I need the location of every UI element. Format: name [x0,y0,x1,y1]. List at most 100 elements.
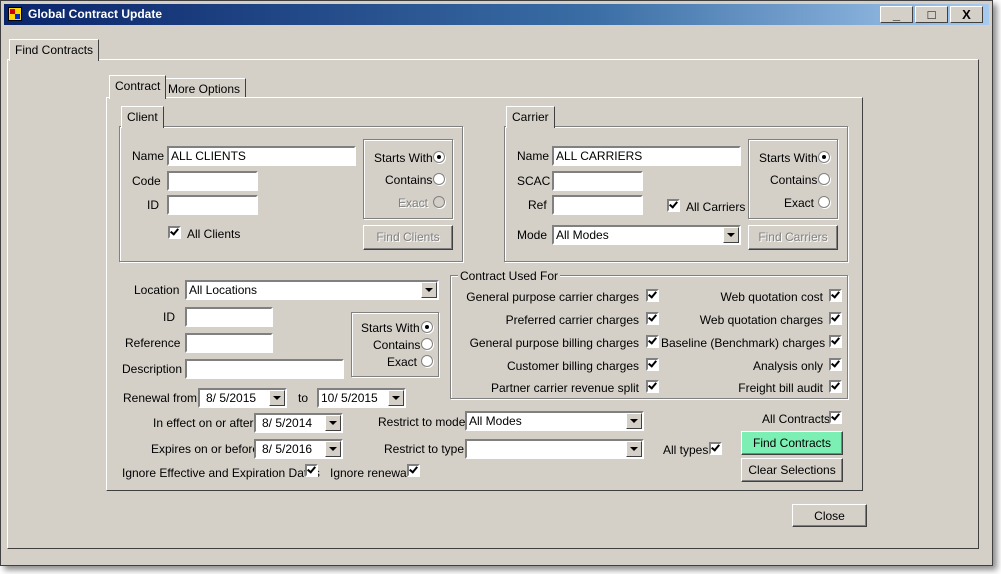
maximize-button[interactable]: □ [915,6,948,23]
effective-date[interactable]: 8/ 5/2014 [254,413,343,433]
used-for-checkbox[interactable] [829,380,842,393]
tab-more-options[interactable]: More Options [162,78,247,98]
expires-label: Expires on or before [151,442,260,456]
used-for-checkbox[interactable] [829,358,842,371]
expires-date[interactable]: 8/ 5/2016 [254,439,343,459]
carrier-contains-radio[interactable] [818,173,830,185]
carrier-name-label: Name [517,149,550,163]
location-reference-input[interactable] [185,333,273,353]
tab-carrier[interactable]: Carrier [506,106,555,128]
used-for-label: Partner carrier revenue split [490,381,639,395]
client-name-label: Name [132,149,165,163]
used-for-checkbox[interactable] [646,380,659,393]
chevron-down-icon[interactable] [388,390,404,406]
clear-selections-button[interactable]: Clear Selections [741,458,843,482]
carrier-ref-input[interactable] [552,195,643,215]
find-carriers-button[interactable]: Find Carriers [748,225,838,250]
renewal-from-date[interactable]: 8/ 5/2015 [198,388,287,408]
carrier-contains-label: Contains [770,173,818,187]
carrier-exact-radio[interactable] [818,196,830,208]
used-for-label: Preferred carrier charges [505,313,639,327]
used-for-checkbox[interactable] [829,312,842,325]
carrier-exact-label: Exact [784,196,815,210]
chevron-down-icon[interactable] [421,282,437,298]
location-value: All Locations [189,283,258,297]
used-for-label: Analysis only [752,359,823,373]
client-contains-radio[interactable] [433,173,445,185]
location-label: Location [134,283,180,297]
all-types-label: All types [663,443,709,457]
minimize-button[interactable]: _ [880,6,913,23]
restrict-type-select[interactable] [465,439,644,459]
find-clients-button[interactable]: Find Clients [363,225,453,250]
all-contracts-checkbox[interactable] [829,411,842,424]
carrier-starts-with-label: Starts With [759,151,818,165]
used-for-checkbox[interactable] [829,335,842,348]
used-for-label: Customer billing charges [506,359,639,373]
all-carriers-checkbox[interactable] [667,199,680,212]
location-exact-label: Exact [387,355,418,369]
renewal-from-label: Renewal from [123,391,198,405]
tab-contract[interactable]: Contract [109,75,167,99]
used-for-label: General purpose billing charges [469,336,639,350]
close-button[interactable]: Close [792,504,867,527]
carrier-starts-with-radio[interactable] [818,151,830,163]
renewal-from-value: 8/ 5/2015 [206,391,257,405]
location-description-label: Description [122,362,183,376]
carrier-mode-select[interactable]: All Modes [552,225,741,245]
location-starts-with-radio[interactable] [421,321,433,333]
used-for-checkbox[interactable] [646,312,659,325]
ignore-dates-checkbox[interactable] [305,464,318,477]
location-exact-radio[interactable] [421,355,433,367]
carrier-name-input[interactable]: ALL CARRIERS [552,146,741,166]
tab-client[interactable]: Client [121,106,164,128]
ignore-renewal-label: Ignore renewal [330,466,410,480]
chevron-down-icon[interactable] [325,415,341,431]
expires-value: 8/ 5/2016 [262,442,313,456]
used-for-checkbox[interactable] [646,358,659,371]
client-exact-radio[interactable] [433,196,445,208]
effective-label: In effect on or after [153,416,254,430]
chevron-down-icon[interactable] [325,441,341,457]
chevron-down-icon[interactable] [723,227,739,243]
location-id-input[interactable] [185,307,273,327]
all-clients-checkbox[interactable] [168,226,181,239]
carrier-scac-input[interactable] [552,171,643,191]
location-starts-with-label: Starts With [361,321,420,335]
location-id-label: ID [163,310,175,324]
restrict-mode-label: Restrict to mode [378,415,466,429]
carrier-scac-label: SCAC [517,174,551,188]
location-description-input[interactable] [185,359,344,379]
tab-find-contracts[interactable]: Find Contracts [9,39,100,61]
renewal-to-value: 10/ 5/2015 [321,391,378,405]
all-clients-label: All Clients [187,227,241,241]
all-types-checkbox[interactable] [709,442,722,455]
restrict-mode-value: All Modes [469,414,522,428]
used-for-checkbox[interactable] [829,289,842,302]
contract-used-for-title: Contract Used For [458,269,561,283]
restrict-type-label: Restrict to type [384,442,465,456]
restrict-mode-select[interactable]: All Modes [465,411,644,431]
app-icon [8,7,22,21]
client-name-input[interactable]: ALL CLIENTS [167,146,356,166]
ignore-dates-label: Ignore Effective and Expiration Dates [122,466,320,480]
title-bar[interactable]: Global Contract Update _ □ X [4,4,989,25]
chevron-down-icon[interactable] [269,390,285,406]
all-contracts-label: All Contracts [762,412,831,426]
used-for-checkbox[interactable] [646,335,659,348]
chevron-down-icon[interactable] [626,441,642,457]
location-contains-radio[interactable] [421,338,433,350]
ignore-renewal-checkbox[interactable] [407,464,420,477]
chevron-down-icon[interactable] [626,413,642,429]
renewal-to-date[interactable]: 10/ 5/2015 [317,388,406,408]
client-id-input[interactable] [167,195,258,215]
used-for-checkbox[interactable] [646,289,659,302]
find-contracts-button[interactable]: Find Contracts [741,431,843,455]
window-title: Global Contract Update [28,7,163,21]
close-window-button[interactable]: X [950,6,983,23]
effective-value: 8/ 5/2014 [262,416,313,430]
client-starts-with-radio[interactable] [433,151,445,163]
client-code-input[interactable] [167,171,258,191]
used-for-label: Web quotation charges [699,313,823,327]
location-select[interactable]: All Locations [185,280,439,300]
